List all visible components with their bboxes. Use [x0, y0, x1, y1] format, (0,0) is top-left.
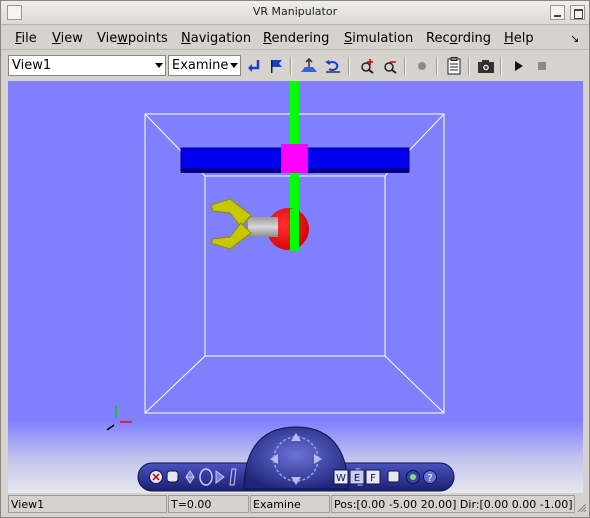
- menu-view[interactable]: View: [52, 31, 83, 46]
- zoom-out-icon: [383, 60, 397, 74]
- zoom-out-button[interactable]: [379, 55, 400, 76]
- record-icon: [417, 61, 426, 70]
- menu-view-mnemonic: V: [52, 31, 61, 46]
- 3d-viewport[interactable]: W E F ?: [8, 81, 583, 493]
- stop-button[interactable]: [531, 55, 552, 76]
- viewpoint-select-value: View1: [12, 58, 52, 73]
- menu-viewpoints-label-end: points: [127, 31, 168, 46]
- go-to-viewpoint-icon: [247, 59, 259, 72]
- menu-view-label: iew: [60, 31, 83, 46]
- menu-rendering[interactable]: Rendering: [263, 31, 329, 46]
- menu-viewpoints-mnemonic: w: [117, 31, 128, 46]
- scene-list-button[interactable]: [443, 55, 464, 76]
- chevron-down-icon: [230, 63, 238, 68]
- viewpoint-select[interactable]: View1: [8, 55, 166, 76]
- app-window: VR Manipulator File View Viewpoints Navi…: [0, 0, 590, 518]
- menu-help-label: elp: [513, 31, 534, 46]
- navigation-mode-select-value: Examine: [172, 58, 229, 73]
- gripper-arm[interactable]: [248, 217, 278, 237]
- gripper-claw[interactable]: [210, 198, 252, 250]
- snapshot-button[interactable]: [475, 55, 496, 76]
- title-bar[interactable]: VR Manipulator: [1, 1, 589, 25]
- status-nav-mode: Examine: [250, 495, 330, 513]
- chevron-down-icon: [155, 63, 163, 68]
- menu-navigation[interactable]: Navigation: [181, 31, 251, 46]
- menu-navigation-mnemonic: N: [181, 31, 191, 46]
- play-button[interactable]: [507, 55, 528, 76]
- view-all-icon[interactable]: [387, 470, 400, 483]
- toolbar-separator: [500, 57, 502, 75]
- mode-button-examine-label: E: [354, 473, 360, 484]
- menu-recording[interactable]: Recording: [426, 31, 491, 46]
- toolbar-separator: [348, 57, 350, 75]
- navigation-dashboard[interactable]: W E F ?: [136, 419, 456, 493]
- menu-recording-label-end: rding: [457, 31, 492, 46]
- menu-recording-mnemonic: o: [449, 31, 458, 46]
- menu-help-mnemonic: H: [504, 31, 514, 46]
- straighten-up-button[interactable]: [298, 55, 319, 76]
- scene-list-icon: [447, 56, 460, 74]
- menu-file[interactable]: File: [15, 31, 37, 46]
- record-button[interactable]: [411, 55, 432, 76]
- resize-grip-icon[interactable]: [577, 503, 587, 513]
- menu-recording-label-start: Rec: [426, 31, 450, 46]
- maximize-button[interactable]: [570, 5, 585, 20]
- mode-button-walk-label: W: [336, 473, 346, 484]
- stop-icon: [537, 61, 546, 70]
- navigation-mode-select[interactable]: Examine: [168, 55, 241, 76]
- menu-viewpoints[interactable]: Viewpoints: [97, 31, 168, 46]
- menu-file-label: ile: [21, 31, 37, 46]
- toolbar-separator: [468, 57, 470, 75]
- rail-carriage[interactable]: [281, 144, 308, 173]
- set-viewpoint-button[interactable]: [265, 55, 286, 76]
- menu-simulation[interactable]: Simulation: [344, 31, 413, 46]
- play-icon: [514, 60, 523, 71]
- status-bar: View1 T=0.00 Examine Pos:[0.00 -5.00 20.…: [1, 495, 589, 517]
- toolbar-separator: [290, 57, 292, 75]
- help-icon-label: ?: [427, 473, 432, 484]
- toolbar: View1 Examine: [1, 52, 589, 79]
- status-time: T=0.00: [168, 495, 249, 513]
- column-front-segment: [290, 209, 299, 251]
- status-viewpoint: View1: [8, 495, 167, 513]
- menu-viewpoints-label-start: Vie: [97, 31, 118, 46]
- menu-help[interactable]: Help: [504, 31, 534, 46]
- menu-overflow-icon[interactable]: ↘: [570, 32, 579, 45]
- straighten-up-icon: [300, 57, 317, 72]
- toolbar-separator: [404, 57, 406, 75]
- go-to-viewpoint-button[interactable]: [243, 55, 264, 76]
- minimize-dashboard-icon[interactable]: [166, 470, 179, 483]
- minimize-button[interactable]: [550, 5, 565, 20]
- toolbar-separator: [436, 57, 438, 75]
- zoom-in-icon: [360, 58, 374, 74]
- zoom-in-button[interactable]: [356, 55, 377, 76]
- set-viewpoint-flag-icon: [270, 59, 282, 73]
- menu-simulation-label: imulation: [352, 31, 414, 46]
- menu-navigation-label: avigation: [190, 31, 252, 46]
- mode-button-fly-label: F: [370, 473, 376, 484]
- window-title: VR Manipulator: [252, 5, 338, 18]
- status-position: Pos:[0.00 -5.00 20.00] Dir:[0.00 0.00 -1…: [331, 495, 575, 513]
- menu-rendering-label: endering: [271, 31, 330, 46]
- menu-bar: File View Viewpoints Navigation Renderin…: [1, 26, 589, 50]
- restore-view-icon: [324, 59, 340, 73]
- snapshot-camera-icon: [477, 59, 494, 73]
- restore-view-button[interactable]: [322, 55, 343, 76]
